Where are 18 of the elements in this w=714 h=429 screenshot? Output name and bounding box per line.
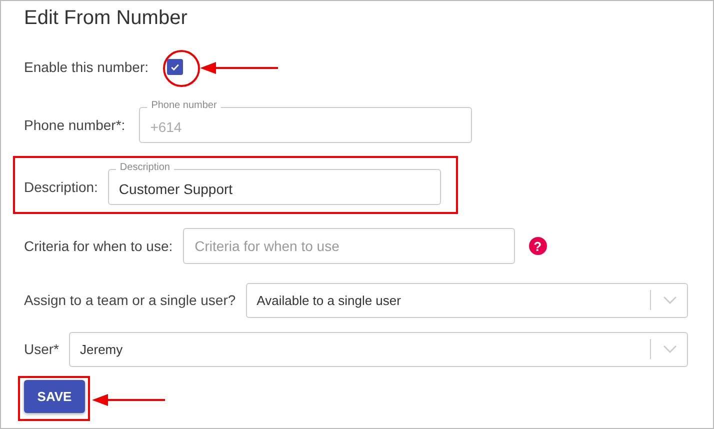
chevron-down-icon — [663, 345, 677, 353]
user-dropdown[interactable]: Jeremy — [69, 332, 688, 366]
criteria-field[interactable]: Criteria for when to use — [182, 228, 515, 264]
field-label: Enable this number: — [24, 59, 149, 75]
save-button[interactable]: SAVE — [24, 380, 85, 413]
checkbox[interactable] — [166, 59, 183, 75]
highlight-box — [18, 376, 90, 421]
field-label: Assign to a team or a single user? — [24, 292, 236, 308]
field-label: User* — [24, 341, 60, 357]
chevron-down-icon — [663, 296, 677, 304]
highlight-circle — [163, 50, 200, 87]
floating-label: Description — [116, 162, 174, 174]
field-label: Phone number*: — [24, 117, 126, 133]
help-icon[interactable]: ? — [528, 237, 547, 255]
assign-dropdown[interactable]: Available to a single user — [246, 282, 688, 318]
field-label: Criteria for when to use: — [24, 238, 173, 254]
page-title: Edit From Number — [24, 7, 188, 31]
field-label: Description: — [24, 179, 98, 195]
